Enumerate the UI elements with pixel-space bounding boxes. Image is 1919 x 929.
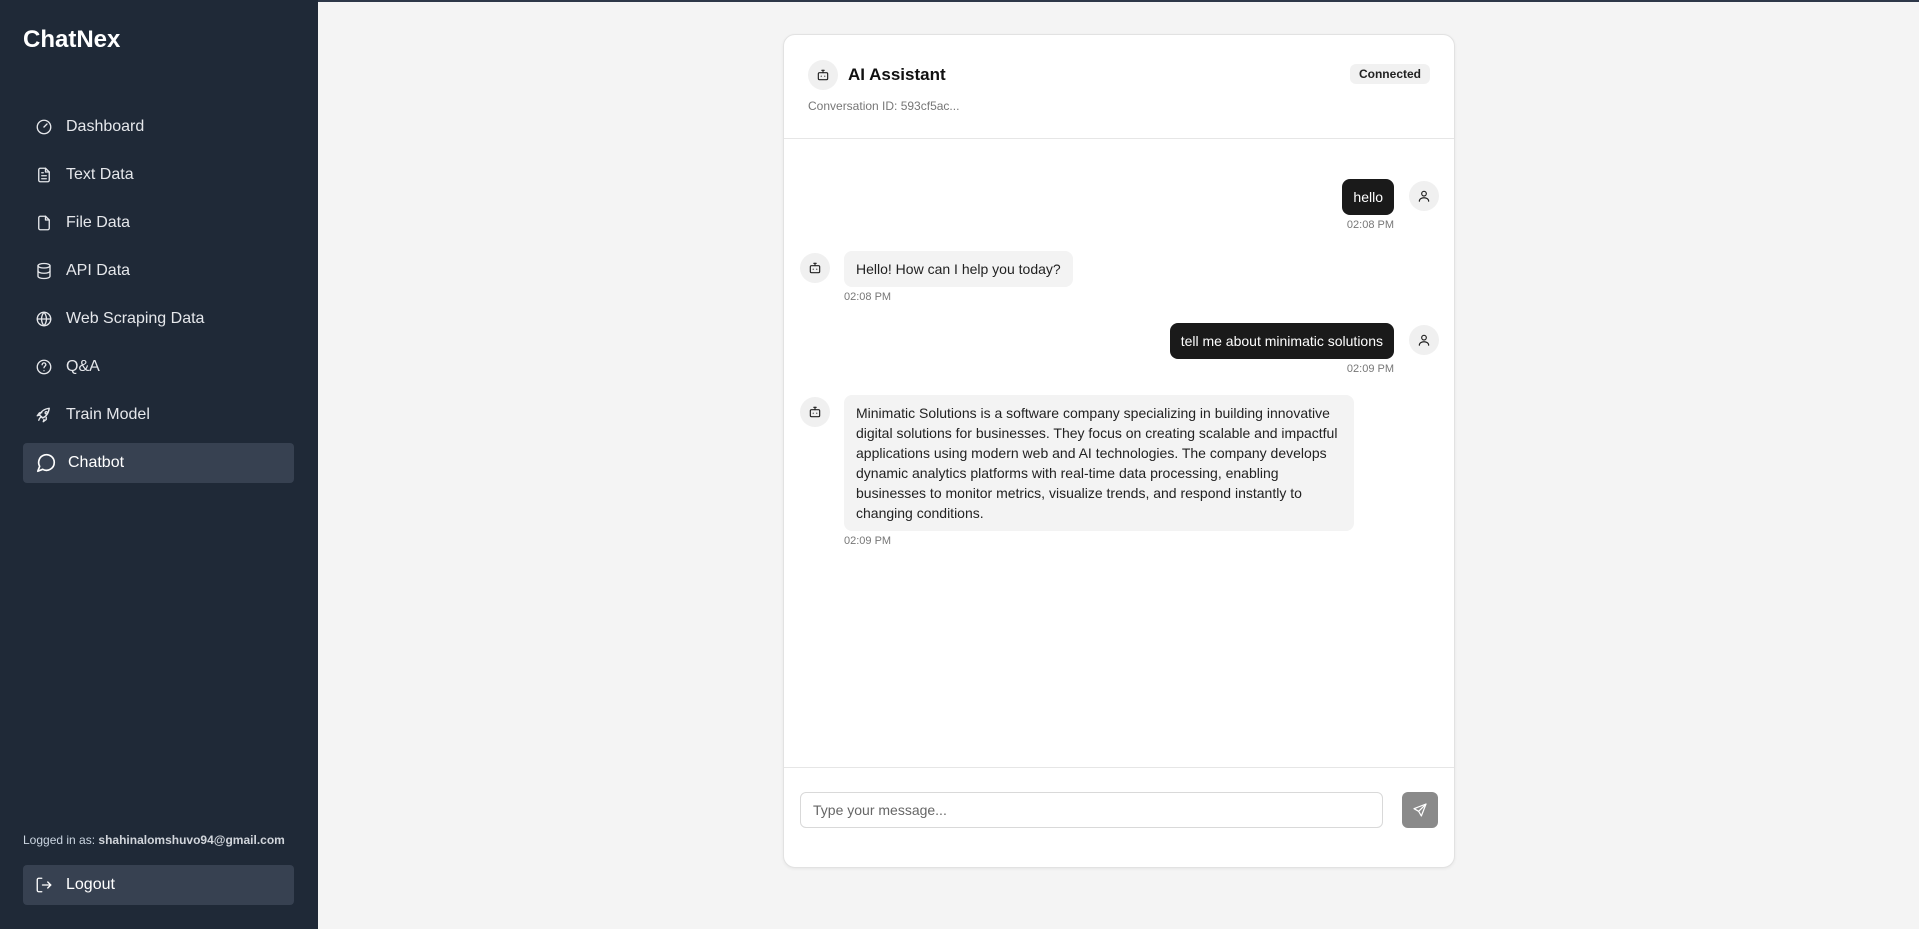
message-list: hello 02:08 PM Hello! How can I help you… (784, 139, 1454, 801)
sidebar-item-train-model[interactable]: Train Model (23, 395, 294, 435)
bot-icon (809, 262, 821, 274)
logged-in-label: Logged in as: (23, 833, 96, 847)
message-time: 02:08 PM (844, 291, 892, 303)
sidebar-item-chatbot[interactable]: Chatbot (23, 443, 294, 483)
sidebar-item-label: Train Model (66, 406, 150, 423)
input-divider (784, 767, 1454, 768)
sidebar-item-file-data[interactable]: File Data (23, 203, 294, 243)
sidebar-item-label: Q&A (66, 358, 100, 375)
user-message-bubble: hello (1342, 179, 1394, 215)
sidebar-item-label: Chatbot (68, 454, 125, 471)
bot-icon (809, 406, 821, 418)
sidebar-item-api-data[interactable]: API Data (23, 251, 294, 291)
user-icon (1418, 334, 1430, 346)
bot-avatar (800, 253, 830, 283)
chat-header: AI Assistant Conversation ID: 593cf5ac..… (784, 35, 1454, 139)
status-badge: Connected (1349, 64, 1430, 84)
chat-title: AI Assistant (848, 65, 946, 84)
bot-message-bubble: Hello! How can I help you today? (844, 251, 1073, 287)
globe-icon (35, 310, 53, 328)
sidebar-item-text-data[interactable]: Text Data (23, 155, 294, 195)
message-time: 02:08 PM (1346, 219, 1394, 231)
bot-message-bubble: Minimatic Solutions is a software compan… (844, 395, 1354, 531)
user-email: shahinalomshuvo94@gmail.com (98, 833, 285, 847)
user-avatar (1409, 181, 1439, 211)
sidebar-item-web-scraping-data[interactable]: Web Scraping Data (23, 299, 294, 339)
sidebar-item-label: API Data (66, 262, 131, 279)
sidebar-item-label: Dashboard (66, 118, 145, 135)
sidebar-item-label: Text Data (66, 166, 134, 183)
sidebar-item-qa[interactable]: Q&A (23, 347, 294, 387)
logout-icon (35, 876, 53, 894)
database-icon (35, 262, 53, 280)
message-time: 02:09 PM (844, 535, 892, 547)
logout-label: Logout (66, 876, 115, 893)
bot-icon (817, 69, 829, 81)
sidebar-item-label: Web Scraping Data (66, 310, 205, 327)
send-icon (1413, 803, 1427, 817)
file-text-icon (35, 166, 53, 184)
sidebar-item-dashboard[interactable]: Dashboard (23, 107, 294, 147)
conversation-id: Conversation ID: 593cf5ac... (808, 99, 960, 113)
rocket-icon (35, 406, 53, 424)
user-message-bubble: tell me about minimatic solutions (1169, 323, 1394, 359)
sidebar-nav: Dashboard Text Data File Data API Data W… (23, 107, 294, 491)
help-circle-icon (35, 358, 53, 376)
message-circle-icon (35, 452, 57, 474)
user-icon (1418, 190, 1430, 202)
file-icon (35, 214, 53, 232)
bot-avatar (808, 60, 838, 90)
message-input[interactable] (800, 792, 1383, 828)
send-button[interactable] (1402, 792, 1438, 828)
user-avatar (1409, 325, 1439, 355)
brand-logo: ChatNex (23, 26, 121, 53)
chat-card: AI Assistant Conversation ID: 593cf5ac..… (783, 34, 1455, 868)
sidebar: ChatNex Dashboard Text Data File Data AP… (0, 0, 318, 929)
gauge-icon (35, 118, 53, 136)
bot-avatar (800, 397, 830, 427)
logged-in-info: Logged in as: shahinalomshuvo94@gmail.co… (23, 833, 285, 847)
sidebar-item-label: File Data (66, 214, 131, 231)
logout-button[interactable]: Logout (23, 865, 294, 905)
message-time: 02:09 PM (1346, 363, 1394, 375)
